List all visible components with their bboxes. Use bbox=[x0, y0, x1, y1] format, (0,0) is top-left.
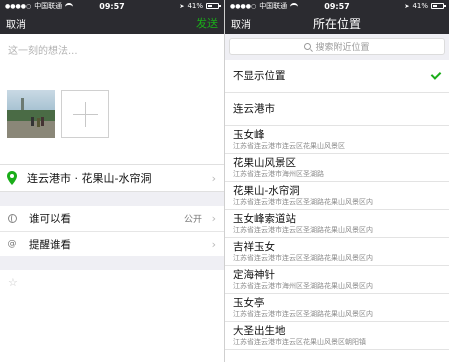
list-item-hide-location[interactable]: 不显示位置 bbox=[225, 60, 449, 93]
place-address: 江苏省连云港市连云区圣湖路花果山风景区内 bbox=[233, 309, 373, 318]
place-address: 江苏省连云港市海州区圣湖路花果山风景区内 bbox=[233, 281, 373, 290]
visibility-value: 公开 bbox=[183, 215, 202, 225]
extra-options-area: ☆ bbox=[0, 270, 224, 362]
location-arrow-icon: ➤ bbox=[404, 2, 410, 10]
location-row[interactable]: 连云港市 · 花果山-水帘洞 › bbox=[0, 164, 224, 192]
remind-row[interactable]: @ 提醒谁看 › bbox=[0, 231, 224, 256]
search-input[interactable]: 搜索附近位置 bbox=[229, 38, 445, 55]
photo-people bbox=[31, 117, 34, 126]
status-left: ●●●●○ 中国联通 bbox=[230, 1, 299, 11]
carrier-label: 中国联通 bbox=[34, 2, 63, 10]
visibility-label: 谁可以看 bbox=[29, 213, 71, 225]
search-placeholder: 搜索附近位置 bbox=[315, 43, 370, 53]
battery-percent: 41% bbox=[412, 2, 428, 10]
globe-icon bbox=[7, 214, 17, 224]
send-button[interactable]: 发送 bbox=[196, 15, 218, 31]
page-title: 所在位置 bbox=[312, 16, 361, 31]
compose-screen: ●●●●○ 中国联通 09:57 ➤ 41% 取消 发送 这一刻的想法... 连… bbox=[0, 0, 224, 362]
carrier-label: 中国联通 bbox=[259, 2, 288, 10]
place-name: 玉女峰索道站 bbox=[233, 212, 296, 225]
status-right: ➤ 41% bbox=[179, 2, 221, 10]
location-pin-icon bbox=[7, 171, 17, 185]
signal-icon: ●●●●○ bbox=[230, 2, 257, 10]
location-arrow-icon: ➤ bbox=[179, 2, 185, 10]
list-item[interactable]: 吉祥玉女 江苏省连云港市连云区圣湖路花果山风景区内 bbox=[225, 238, 449, 266]
place-name: 玉女峰 bbox=[233, 128, 265, 141]
status-right: ➤ 41% bbox=[404, 2, 446, 10]
place-address: 江苏省连云港市连云区圣湖路花果山风景区内 bbox=[233, 225, 373, 234]
battery-icon bbox=[206, 3, 221, 9]
signal-icon: ●●●●○ bbox=[5, 2, 32, 10]
place-name: 吉祥玉女 bbox=[233, 240, 275, 253]
place-name: 花果山-水帘洞 bbox=[233, 184, 300, 197]
list-item[interactable]: 花果山-水帘洞 江苏省连云港市连云区圣湖路花果山风景区内 bbox=[225, 182, 449, 210]
list-item[interactable]: 连云港市 bbox=[225, 93, 449, 126]
nav-bar: 取消 发送 bbox=[0, 12, 224, 34]
list-item[interactable]: 玉女峰 江苏省连云港市连云区花果山风景区 bbox=[225, 126, 449, 154]
screenshot-root: ●●●●○ 中国联通 09:57 ➤ 41% 取消 发送 这一刻的想法... 连… bbox=[0, 0, 449, 362]
visibility-row[interactable]: 谁可以看 公开 › bbox=[0, 206, 224, 231]
add-photo-button[interactable] bbox=[61, 90, 109, 138]
star-icon[interactable]: ☆ bbox=[8, 276, 18, 289]
wifi-icon bbox=[290, 3, 299, 9]
cancel-button[interactable]: 取消 bbox=[231, 16, 251, 31]
list-item[interactable]: 花果山风景区 江苏省连云港市海州区圣湖路 bbox=[225, 154, 449, 182]
place-name: 连云港市 bbox=[233, 102, 275, 115]
at-icon: @ bbox=[7, 239, 17, 249]
place-name: 玉女亭 bbox=[233, 296, 265, 309]
place-name: 不显示位置 bbox=[233, 69, 286, 82]
place-address: 江苏省连云港市连云区花果山风景区朝阳镇 bbox=[233, 337, 366, 346]
search-icon bbox=[304, 43, 312, 50]
thought-input[interactable]: 这一刻的想法... bbox=[8, 42, 78, 57]
list-item[interactable]: 玉女亭 江苏省连云港市连云区圣湖路花果山风景区内 bbox=[225, 294, 449, 322]
chevron-right-icon: › bbox=[211, 212, 216, 225]
cancel-button[interactable]: 取消 bbox=[6, 16, 26, 31]
place-address: 江苏省连云港市连云区花果山风景区 bbox=[233, 141, 345, 150]
battery-icon bbox=[431, 3, 446, 9]
list-item[interactable]: 玉女峰索道站 江苏省连云港市连云区圣湖路花果山风景区内 bbox=[225, 210, 449, 238]
attached-photo[interactable] bbox=[7, 90, 55, 138]
list-item[interactable]: 大圣出生地 江苏省连云港市连云区花果山风景区朝阳镇 bbox=[225, 322, 449, 350]
chevron-right-icon: › bbox=[211, 237, 216, 251]
wifi-icon bbox=[65, 3, 74, 9]
list-item[interactable]: 定海神针 江苏省连云港市海州区圣湖路花果山风景区内 bbox=[225, 266, 449, 294]
status-bar: ●●●●○ 中国联通 09:57 ➤ 41% bbox=[225, 0, 449, 12]
remind-label: 提醒谁看 bbox=[29, 238, 71, 251]
search-area: 搜索附近位置 bbox=[225, 34, 449, 60]
compose-area: 这一刻的想法... bbox=[0, 34, 224, 164]
place-name: 花果山风景区 bbox=[233, 156, 296, 169]
nav-bar: 取消 所在位置 bbox=[225, 12, 449, 34]
place-address: 江苏省连云港市连云区圣湖路花果山风景区内 bbox=[233, 197, 373, 206]
chevron-right-icon: › bbox=[211, 171, 216, 185]
location-label: 连云港市 · 花果山-水帘洞 bbox=[27, 172, 152, 185]
place-list: 不显示位置 连云港市 玉女峰 江苏省连云港市连云区花果山风景区 花果山风景区 江… bbox=[225, 60, 449, 350]
place-name: 大圣出生地 bbox=[233, 324, 286, 337]
place-address: 江苏省连云港市海州区圣湖路 bbox=[233, 169, 324, 178]
battery-percent: 41% bbox=[187, 2, 203, 10]
place-address: 江苏省连云港市连云区圣湖路花果山风景区内 bbox=[233, 253, 373, 262]
place-name: 定海神针 bbox=[233, 268, 275, 281]
status-bar: ●●●●○ 中国联通 09:57 ➤ 41% bbox=[0, 0, 224, 12]
location-picker-screen: ●●●●○ 中国联通 09:57 ➤ 41% 取消 所在位置 搜索附近位置 不显… bbox=[225, 0, 449, 362]
status-left: ●●●●○ 中国联通 bbox=[5, 1, 74, 11]
